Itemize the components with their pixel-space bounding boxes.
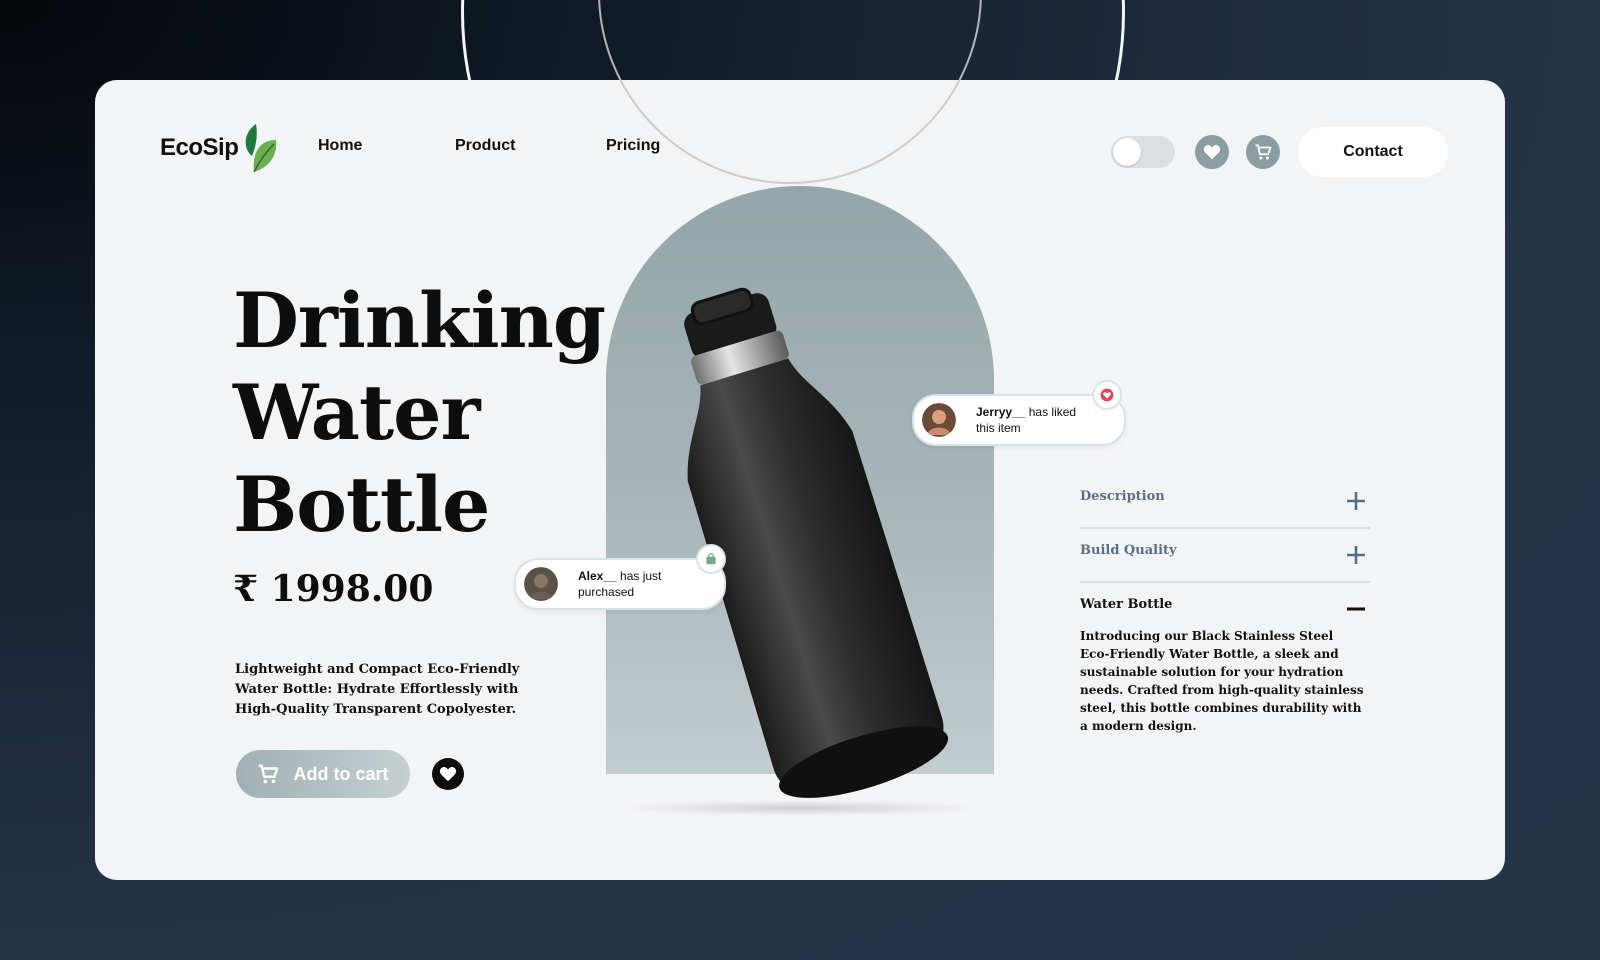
title-line: Drinking bbox=[233, 276, 606, 365]
cart-button[interactable] bbox=[1246, 135, 1280, 169]
notification-text: Alex__ has just purchased bbox=[578, 568, 698, 600]
notification-like: Jerryy__ has liked this item bbox=[912, 380, 1126, 446]
shopping-bag-icon bbox=[706, 553, 716, 565]
nav-pricing[interactable]: Pricing bbox=[606, 137, 660, 155]
accordion-body: Introducing our Black Stainless Steel Ec… bbox=[1080, 629, 1364, 733]
heart-icon bbox=[439, 767, 457, 782]
product-tagline: Lightweight and Compact Eco-Friendly Wat… bbox=[235, 662, 520, 717]
notification-purchase: Alex__ has just purchased bbox=[514, 544, 726, 610]
theme-toggle[interactable] bbox=[1111, 136, 1175, 168]
favorite-button[interactable] bbox=[432, 758, 464, 790]
minus-icon[interactable] bbox=[1344, 597, 1368, 621]
heart-icon bbox=[1100, 388, 1114, 402]
avatar bbox=[922, 403, 956, 437]
notification-text: Jerryy__ has liked this item bbox=[976, 404, 1096, 436]
plus-icon[interactable] bbox=[1344, 543, 1368, 567]
wishlist-button[interactable] bbox=[1195, 135, 1229, 169]
title-line: Water bbox=[233, 368, 481, 457]
cart-icon bbox=[259, 764, 279, 784]
product-card: EcoSip Home Product Pricing Contact Drin… bbox=[95, 80, 1505, 880]
accordion-item-build-quality[interactable]: Build Quality bbox=[1080, 529, 1370, 583]
accordion-item-water-bottle[interactable]: Water Bottle bbox=[1080, 583, 1370, 627]
nav-product[interactable]: Product bbox=[455, 137, 515, 155]
product-accordion: Description Build Quality Water Bottle I… bbox=[1080, 475, 1370, 735]
add-to-cart-label: Add to cart bbox=[293, 763, 389, 784]
nav-home[interactable]: Home bbox=[318, 137, 362, 155]
purchase-badge bbox=[696, 544, 726, 574]
accordion-item-description[interactable]: Description bbox=[1080, 475, 1370, 529]
accordion-label: Water Bottle bbox=[1080, 597, 1173, 612]
heart-icon bbox=[1203, 145, 1221, 160]
accordion-label: Build Quality bbox=[1080, 543, 1177, 558]
toggle-knob bbox=[1113, 138, 1141, 166]
notification-user: Jerryy__ bbox=[976, 405, 1026, 419]
product-price: ₹ 1998.00 bbox=[233, 568, 434, 610]
plus-icon[interactable] bbox=[1344, 489, 1368, 513]
like-badge bbox=[1092, 380, 1122, 410]
title-line: Bottle bbox=[233, 460, 490, 549]
water-bottle-image bbox=[684, 287, 949, 798]
leaf-icon bbox=[245, 124, 277, 173]
logo-text: EcoSip bbox=[160, 134, 239, 161]
product-title: Drinking Water Bottle bbox=[233, 275, 606, 551]
accordion-label: Description bbox=[1080, 489, 1165, 504]
add-to-cart-button[interactable]: Add to cart bbox=[236, 750, 410, 798]
cart-icon bbox=[1255, 144, 1272, 160]
avatar bbox=[524, 567, 558, 601]
notification-user: Alex__ bbox=[578, 569, 617, 583]
logo[interactable]: EcoSip bbox=[160, 122, 280, 174]
contact-button[interactable]: Contact bbox=[1298, 127, 1448, 177]
